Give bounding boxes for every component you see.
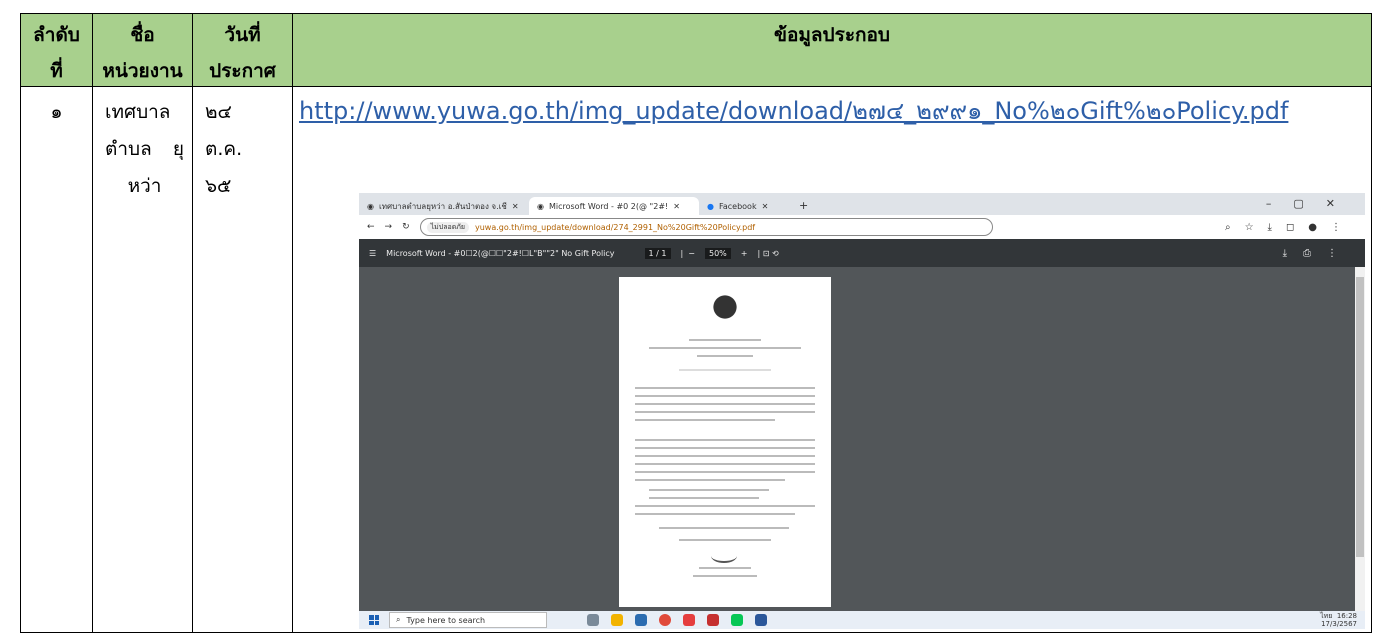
chrome-icon[interactable] (659, 614, 671, 626)
folder-icon[interactable] (611, 614, 623, 626)
security-warning[interactable]: ไม่ปลอดภัย (426, 221, 469, 233)
toolbar-icons[interactable]: ⌕☆⤓◻●⋮ (1225, 222, 1355, 233)
date-day: ๒๔ (205, 101, 232, 123)
url-text: yuwa.go.th/img_update/download/274_2991_… (474, 222, 756, 232)
date-month: ต.ค. (205, 138, 243, 160)
pdf-toolbar: ☰ Microsoft Word - #0☐2(@☐☐"2#!☐L"B""2" … (359, 239, 1365, 267)
page-indicator[interactable]: 1 / 1 (644, 247, 671, 259)
signature (711, 549, 737, 563)
header-number: ลำดับ ที่ (20, 13, 93, 87)
close-icon[interactable]: ✕ (762, 202, 769, 211)
windows-start-icon[interactable] (369, 615, 379, 625)
pdf-title: Microsoft Word - #0☐2(@☐☐"2#!☐L"B""2" No… (386, 248, 615, 258)
scrollbar[interactable] (1355, 267, 1365, 611)
browser-tab-2[interactable]: ◉ Microsoft Word - #0 2(@ "2#! ✕ (529, 197, 699, 215)
window-controls[interactable]: –▢✕ (1266, 197, 1357, 210)
org-line1: เทศบาล (105, 101, 171, 123)
policy-link[interactable]: http://www.yuwa.go.th/img_update/downloa… (293, 87, 1371, 130)
store-icon[interactable] (635, 614, 647, 626)
browser-tab-3[interactable]: ● Facebook ✕ (699, 197, 869, 215)
browser-tab-1[interactable]: ◉ เทศบาลตำบลยุหว่า อ.สันป่าตอง จ.เชี ✕ (359, 197, 529, 215)
zoom-level[interactable]: 50% (705, 247, 731, 259)
menu-icon[interactable]: ☰ (369, 249, 376, 258)
taskbar-apps (587, 614, 767, 626)
org-line2a: ตำบล (105, 138, 152, 160)
search-icon: ⌕ (396, 615, 401, 624)
pdf-viewer (359, 267, 1365, 611)
row-date: ๒๔ ต.ค. ๖๕ (192, 86, 293, 633)
pdf-actions[interactable]: ⤓⎙⋮ (1283, 248, 1353, 259)
line-icon[interactable] (731, 614, 743, 626)
header-row: ลำดับ ที่ ชื่อ หน่วยงาน วันที่ ประกาศ ข้อมู… (20, 13, 1372, 87)
url-field[interactable]: ไม่ปลอดภัย yuwa.go.th/img_update/downloa… (419, 218, 993, 236)
new-tab-icon[interactable]: + (799, 199, 808, 212)
acrobat-icon[interactable] (707, 614, 719, 626)
garuda-emblem-icon (705, 287, 745, 327)
facebook-icon: ● (707, 201, 714, 211)
reload-icon[interactable]: ↻ (402, 222, 410, 232)
taskbar-search[interactable]: ⌕ Type here to search (389, 612, 547, 628)
browser-screenshot: ◉ เทศบาลตำบลยุหว่า อ.สันป่าตอง จ.เชี ✕ ◉ Mi… (359, 193, 1365, 629)
taskbar: ⌕ Type here to search ไทย 16:28 17/3/2567 (359, 611, 1365, 629)
system-tray[interactable]: ไทย 16:28 17/3/2567 (1320, 612, 1357, 628)
browser-tab-bar: ◉ เทศบาลตำบลยุหว่า อ.สันป่าตอง จ.เชี ✕ ◉ Mi… (359, 193, 1365, 215)
word-icon[interactable] (755, 614, 767, 626)
fit-icon[interactable]: | ⊡ ⟲ (757, 249, 778, 258)
close-icon[interactable]: ✕ (673, 202, 680, 211)
pdf-page (619, 277, 831, 607)
row-number: ๑ (20, 86, 93, 633)
back-icon[interactable]: ← (367, 222, 375, 232)
chrome-icon: ◉ (537, 201, 544, 211)
task-view-icon[interactable] (587, 614, 599, 626)
chrome-icon: ◉ (367, 201, 374, 211)
org-line2b: ยุ (172, 138, 184, 160)
zoom-in-icon[interactable]: + (741, 249, 748, 258)
app-icon[interactable] (683, 614, 695, 626)
header-details: ข้อมูลประกอบ (292, 13, 1372, 87)
address-bar: ← → ↻ ไม่ปลอดภัย yuwa.go.th/img_update/d… (359, 215, 1365, 239)
header-date: วันที่ ประกาศ (192, 13, 293, 87)
date-year: ๖๕ (205, 175, 232, 197)
org-line3: หว่า (127, 175, 162, 197)
header-organization: ชื่อ หน่วยงาน (92, 13, 193, 87)
forward-icon[interactable]: → (385, 222, 393, 232)
zoom-out-icon[interactable]: | − (681, 249, 695, 258)
close-icon[interactable]: ✕ (512, 202, 519, 211)
row-organization: เทศบาล ตำบล ยุ หว่า (92, 86, 193, 633)
